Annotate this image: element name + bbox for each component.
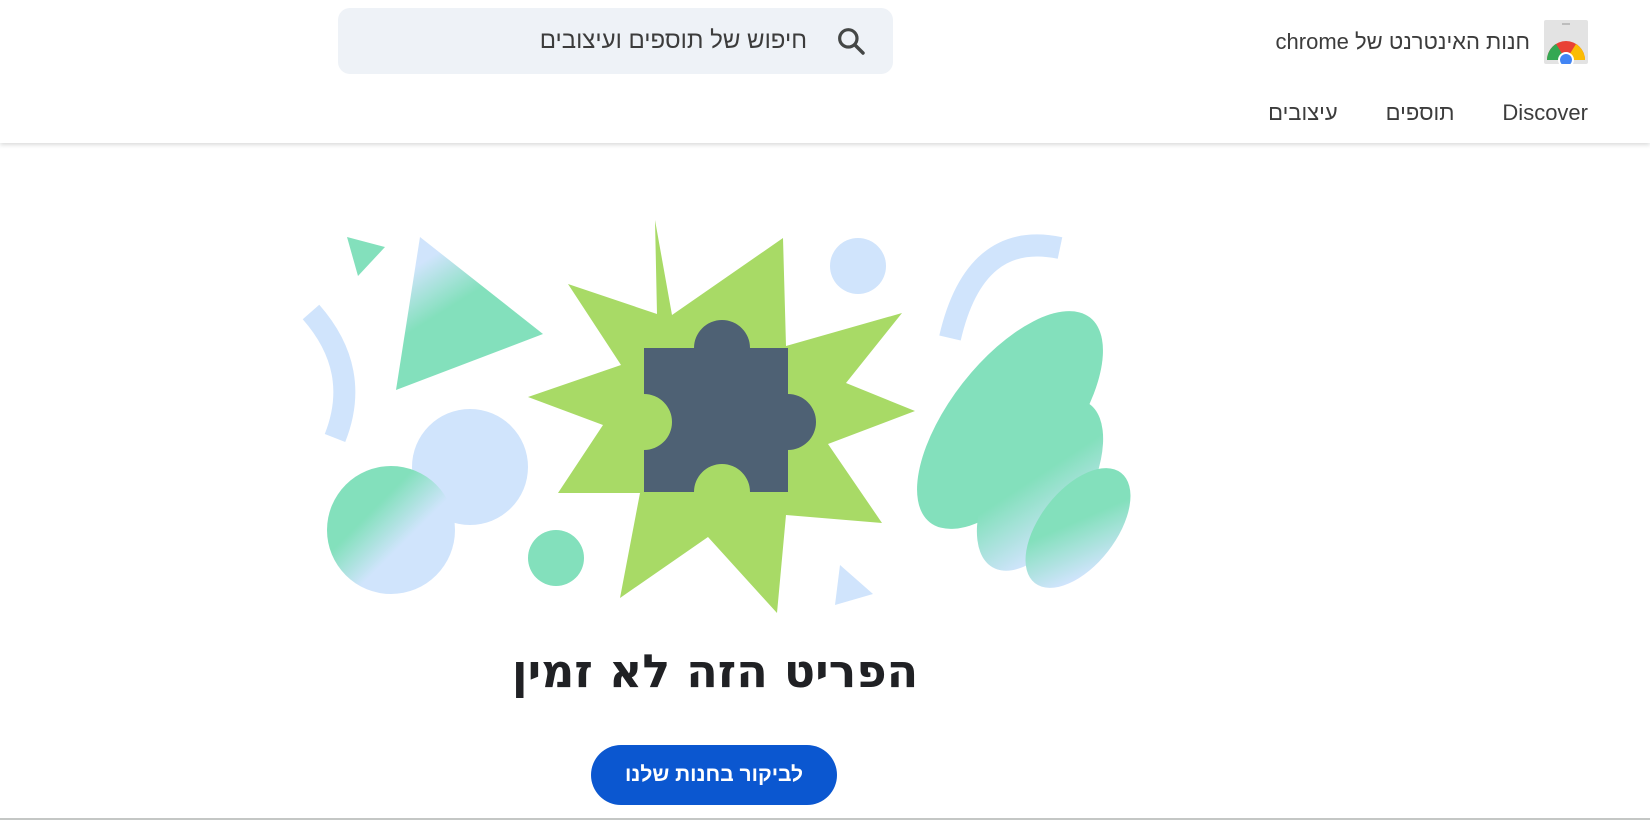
search-bar[interactable]: חיפוש של תוספים ועיצובים: [338, 8, 893, 74]
shape-circle-gradient: [327, 466, 455, 594]
nav-tab-themes[interactable]: עיצובים: [1268, 100, 1338, 126]
store-logo-link[interactable]: חנות האינטרנט של chrome: [1276, 20, 1588, 64]
nav-tab-discover[interactable]: Discover: [1502, 100, 1588, 126]
nav-tab-extensions[interactable]: תוספים: [1386, 100, 1455, 126]
shape-left-arc: [302, 304, 356, 443]
search-icon[interactable]: [835, 25, 867, 57]
shape-small-teal-circle: [528, 530, 584, 586]
page-title: הפריט הזה לא זמין: [511, 644, 919, 698]
chrome-store-logo-icon: [1544, 20, 1588, 64]
store-title: חנות האינטרנט של chrome: [1275, 29, 1530, 54]
shape-small-blue-triangle: [835, 565, 873, 605]
shape-large-triangle: [396, 237, 543, 390]
top-header: חנות האינטרנט של chrome חיפוש של תוספים …: [0, 0, 1650, 143]
visit-store-button[interactable]: לביקור בחנות שלנו: [591, 745, 837, 805]
unavailable-illustration: [302, 220, 1131, 613]
shape-top-blue-circle: [830, 238, 886, 294]
shape-small-triangle: [347, 237, 385, 276]
search-input[interactable]: חיפוש של תוספים ועיצובים: [540, 27, 807, 55]
main-nav: Discover תוספים עיצובים: [1268, 100, 1588, 126]
